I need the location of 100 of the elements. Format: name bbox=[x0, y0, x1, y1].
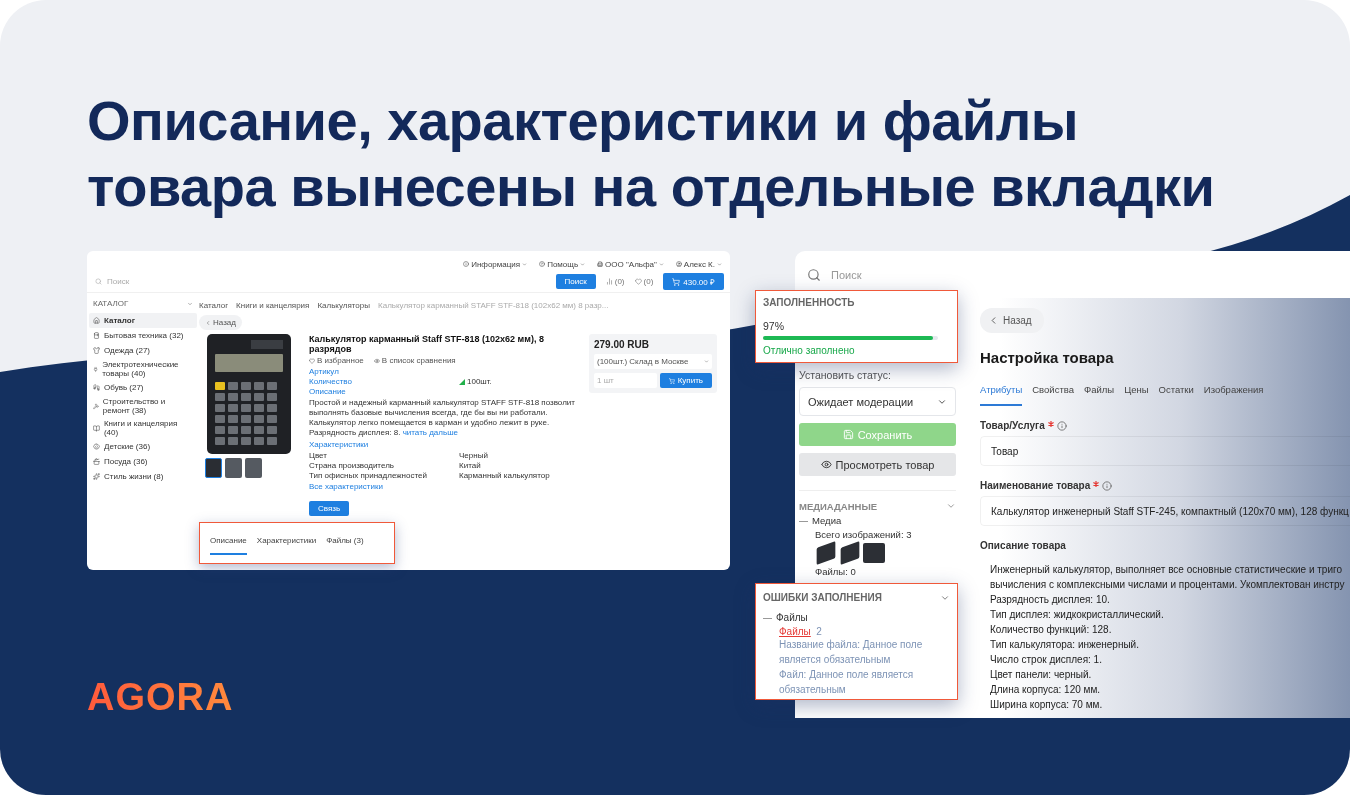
product-description: Простой и надежный карманный калькулятор STAFF STF-818 позволит выполнять базовые вычисления всегда, где бы вы ни работали. Калькулятор легко помещается в карман и удобно лежит в руке. Разрядность дисплея: 8. читать дальше bbox=[309, 398, 576, 438]
category-item[interactable]: Каталог bbox=[89, 313, 197, 328]
spec-value: Карманный калькулятор bbox=[459, 471, 551, 480]
top-menu-item[interactable]: Помощь bbox=[539, 259, 586, 269]
back-button[interactable]: Назад bbox=[199, 315, 242, 330]
stock-bars-icon bbox=[459, 378, 465, 385]
compare-link[interactable]: (0) bbox=[605, 277, 625, 286]
attribute-link[interactable]: Количество bbox=[309, 377, 459, 386]
image-thumbnail bbox=[840, 541, 860, 565]
top-menu-item[interactable]: Алекс К. bbox=[675, 259, 722, 269]
read-more-link[interactable]: читать дальше bbox=[402, 428, 458, 437]
product-title: Калькулятор карманный Staff STF-818 (102x62 мм), 8 разрядов bbox=[309, 334, 545, 354]
caret-icon bbox=[522, 261, 528, 267]
specs-link[interactable]: Характеристики bbox=[309, 440, 579, 449]
sparkles-icon bbox=[93, 473, 100, 480]
attribute-link[interactable]: Артикул bbox=[309, 367, 459, 376]
errors-title: ОШИБКИ ЗАПОЛНЕНИЯ bbox=[763, 592, 882, 603]
top-menu-item[interactable]: ООО "Альфа" bbox=[597, 259, 664, 269]
info-icon bbox=[1056, 420, 1067, 431]
plug-icon bbox=[93, 365, 99, 373]
eye-icon bbox=[373, 357, 380, 364]
search-button[interactable]: Поиск bbox=[555, 274, 596, 289]
settings-tab[interactable]: Остатки bbox=[1158, 382, 1194, 406]
image-thumbnail bbox=[863, 543, 885, 563]
category-item[interactable]: Книги и канцелярия (40) bbox=[89, 417, 197, 439]
product-tab[interactable]: Описание bbox=[210, 532, 247, 555]
home-icon bbox=[93, 317, 100, 324]
compare-link[interactable]: В список сравнения bbox=[373, 356, 456, 365]
heart-icon bbox=[634, 278, 642, 285]
product-tab[interactable]: Файлы (3) bbox=[326, 532, 364, 555]
cart-button[interactable]: 430.00 ₽ bbox=[663, 273, 724, 290]
settings-tab[interactable]: Файлы bbox=[1083, 382, 1115, 406]
category-item[interactable]: Стиль жизни (8) bbox=[89, 469, 197, 484]
top-menu-item[interactable]: Информация bbox=[463, 259, 528, 269]
headline: Описание, характеристики и файлы товара вынесены на отдельные вкладки bbox=[87, 88, 1216, 220]
settings-tab[interactable]: Цены bbox=[1124, 382, 1149, 406]
catalog-title: КАТАЛОГ bbox=[93, 299, 129, 308]
media-title: МЕДИАДАННЫЕ bbox=[799, 501, 878, 512]
product-tab[interactable]: Характеристики bbox=[256, 532, 317, 555]
error-count: 2 bbox=[815, 626, 822, 637]
category-item[interactable]: Детские (36) bbox=[89, 439, 197, 454]
warehouse-select[interactable]: (100шт.) Склад в Москве bbox=[594, 354, 712, 369]
footprints-icon bbox=[93, 384, 100, 391]
error-link[interactable]: Файлы bbox=[779, 626, 811, 637]
search-icon bbox=[95, 278, 102, 285]
spec-name: Цвет bbox=[309, 451, 328, 460]
info-icon bbox=[463, 261, 470, 267]
breadcrumb-link[interactable]: Калькуляторы bbox=[317, 300, 370, 310]
caret-icon bbox=[580, 261, 586, 267]
stock-value: 100шт. bbox=[467, 377, 492, 386]
breadcrumb-link[interactable]: Книги и канцелярия bbox=[236, 300, 310, 310]
category-item[interactable]: Строительство и ремонт (38) bbox=[89, 395, 197, 417]
category-item[interactable]: Посуда (36) bbox=[89, 454, 197, 469]
favorite-link[interactable]: В избранное bbox=[309, 356, 364, 365]
chevron-left-icon bbox=[205, 319, 211, 326]
completeness-title: ЗАПОЛНЕННОСТЬ bbox=[763, 297, 856, 308]
images-count: Всего изображений: 3 bbox=[815, 529, 913, 540]
error-message: Файл: Данное поле является обязательным bbox=[779, 668, 915, 697]
attribute-link[interactable]: Описание bbox=[309, 387, 459, 396]
search-icon bbox=[807, 267, 821, 282]
user-icon bbox=[675, 261, 682, 267]
all-specs-link[interactable]: Все характеристики bbox=[309, 482, 579, 491]
category-item[interactable]: Бытовая техника (32) bbox=[89, 328, 197, 343]
thumbnail-image[interactable] bbox=[205, 458, 222, 478]
settings-tab[interactable]: Изображения bbox=[1203, 382, 1264, 406]
refrigerator-icon bbox=[93, 332, 100, 339]
input-field[interactable]: Товар bbox=[980, 436, 1350, 466]
status-select[interactable]: Ожидает модерации bbox=[799, 387, 956, 416]
back-button[interactable]: Назад bbox=[980, 308, 1044, 333]
page-title: Настройка товара bbox=[980, 349, 1115, 366]
building-icon bbox=[597, 261, 604, 267]
baby-icon bbox=[93, 443, 100, 450]
description-field[interactable]: Инженерный калькулятор, выполняет все основные статистические и триго вычисления с комплексными числами и процентами. Укомплектован инстру Разрядность дисплея: 10. Тип дисплея: жидкокристаллический. Количество функций: 128. Тип калькулятора: инженерный. Число строк дисплея: 1. Цвет панели: черный. Длина корпуса: 120 мм. Ширина корпуса: 70 мм. bbox=[980, 556, 1350, 718]
caret-icon bbox=[658, 261, 664, 267]
favorites-link[interactable]: (0) bbox=[634, 277, 654, 286]
status-label: Установить статус: bbox=[799, 369, 892, 381]
category-item[interactable]: Электротехнические товары (40) bbox=[89, 358, 197, 380]
spec-name: Страна производитель bbox=[309, 461, 395, 470]
breadcrumb-link[interactable]: Каталог bbox=[199, 300, 229, 310]
spec-value: Черный bbox=[459, 451, 489, 460]
contact-button[interactable]: Связь bbox=[309, 501, 350, 516]
files-count: Файлы: 0 bbox=[815, 566, 857, 577]
category-item[interactable]: Одежда (27) bbox=[89, 343, 197, 358]
category-item[interactable]: Обувь (27) bbox=[89, 380, 197, 395]
cart-icon bbox=[668, 377, 675, 384]
media-group: Медиа bbox=[812, 515, 842, 526]
hammer-icon bbox=[93, 402, 99, 410]
chevron-icon bbox=[946, 501, 956, 511]
buy-button[interactable]: Купить bbox=[659, 373, 712, 388]
spec-name: Тип офисных принадлежностей bbox=[309, 471, 428, 480]
shirt-icon bbox=[93, 347, 100, 354]
preview-button[interactable]: Просмотреть товар bbox=[799, 453, 956, 476]
settings-tab[interactable]: Атрибуты bbox=[980, 382, 1023, 406]
thumbnail-image[interactable] bbox=[225, 458, 242, 478]
book-icon bbox=[93, 424, 100, 432]
settings-tab[interactable]: Свойства bbox=[1032, 382, 1074, 406]
input-field[interactable]: Калькулятор инженерный Staff STF-245, компактный (120х70 мм), 128 функц bbox=[980, 496, 1350, 526]
thumbnail-image[interactable] bbox=[245, 458, 262, 478]
cart-icon bbox=[672, 277, 681, 286]
image-thumbnail bbox=[816, 541, 836, 565]
